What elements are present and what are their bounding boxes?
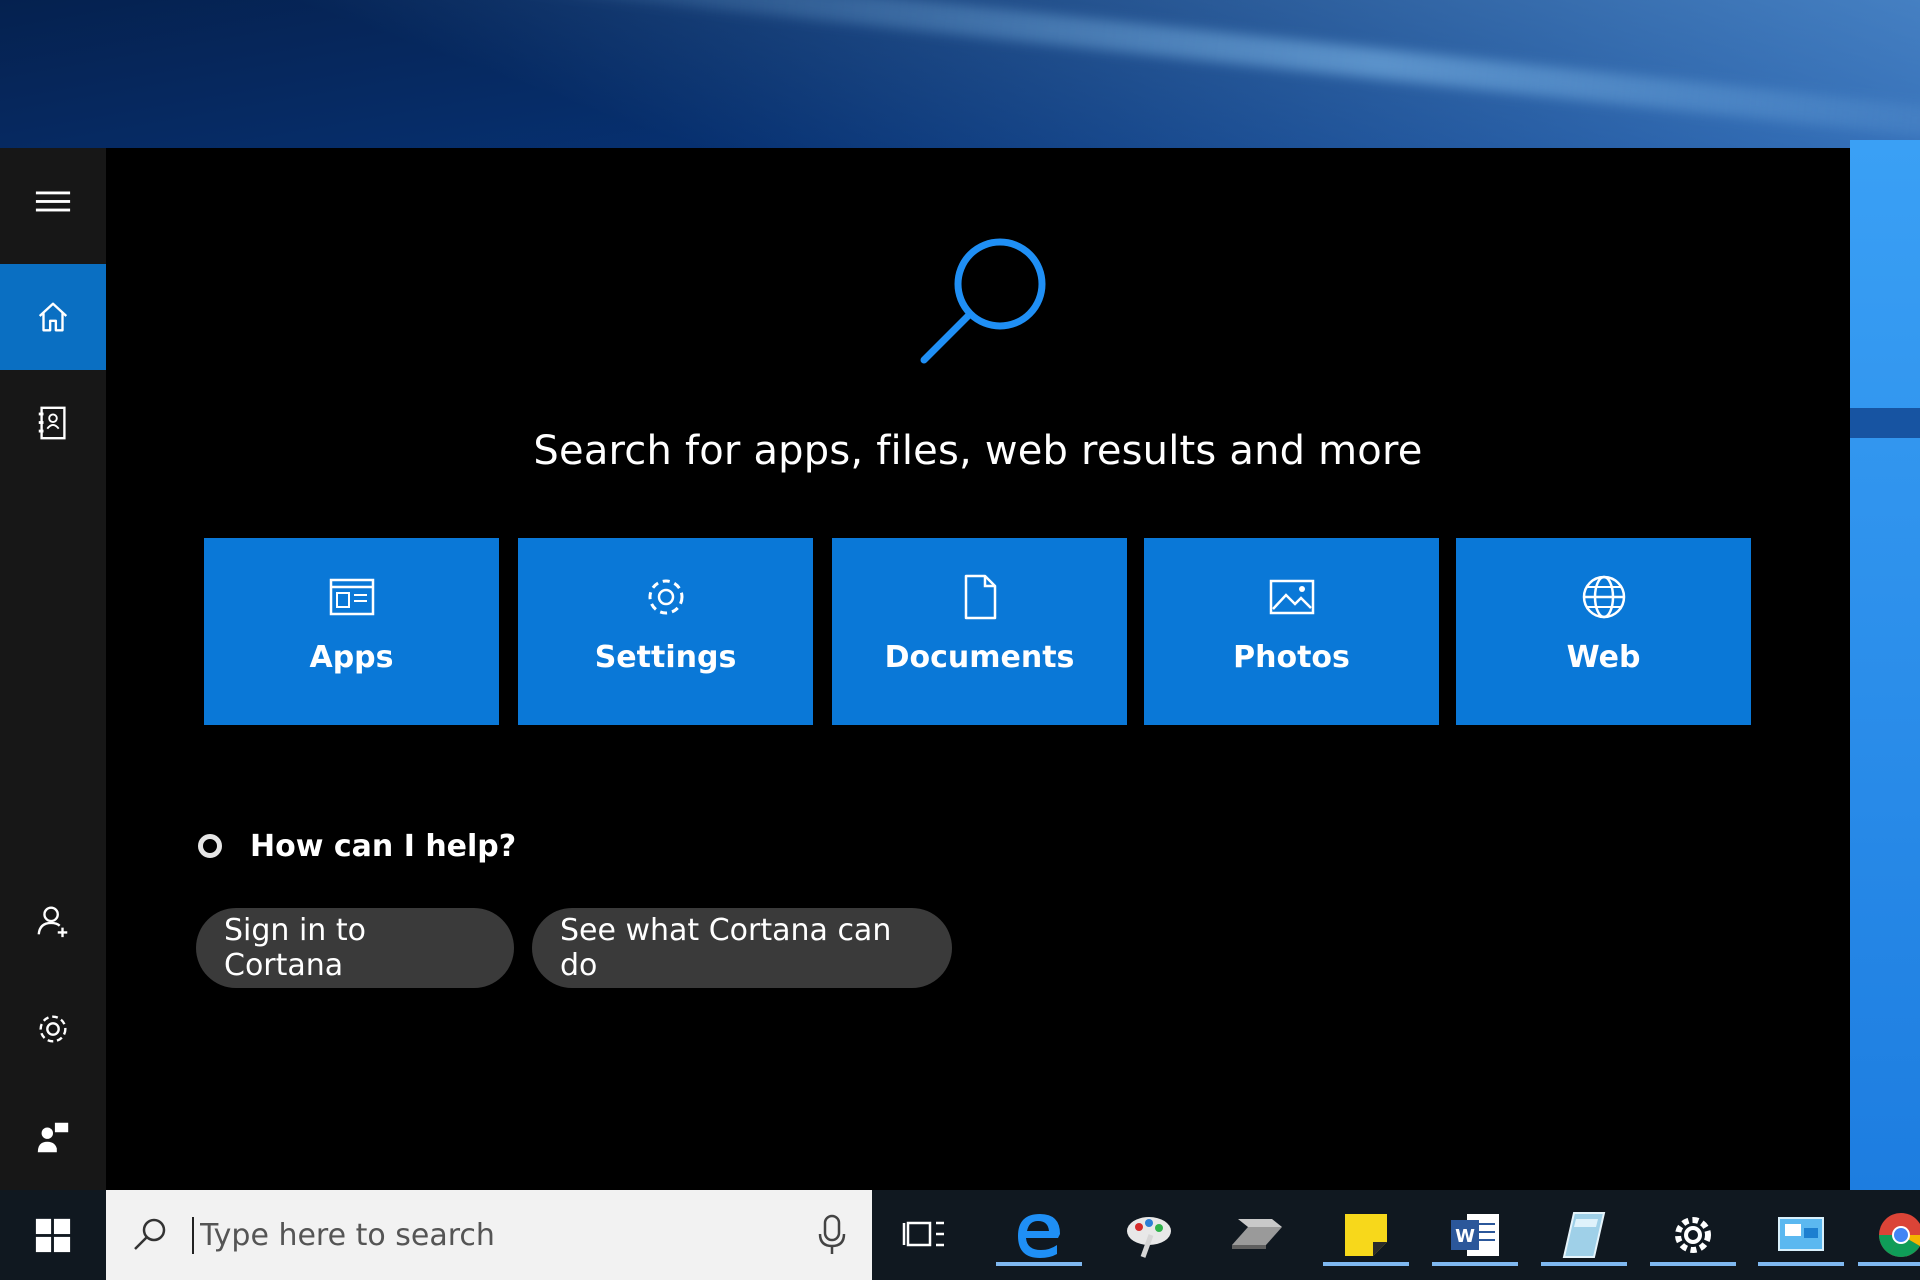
gear-icon — [648, 579, 683, 615]
taskbar-edge[interactable] — [996, 1204, 1082, 1266]
search-hint-text: Search for apps, files, web results and … — [533, 428, 1423, 474]
sticky-notes-icon — [1345, 1214, 1387, 1256]
running-indicator — [1650, 1262, 1736, 1266]
hamburger-menu-icon — [35, 191, 71, 212]
pill-label: See what Cortana can do — [560, 913, 892, 983]
pill-label: Sign in to Cortana — [224, 913, 366, 983]
search-icon — [134, 1218, 166, 1250]
hamburger-menu-button[interactable] — [0, 148, 106, 254]
notepad-glass-icon — [1562, 1212, 1606, 1258]
wallpaper-light-streak — [303, 0, 1920, 154]
running-indicator — [1323, 1262, 1409, 1266]
rail-home-button[interactable] — [0, 264, 106, 370]
svg-text:W: W — [1455, 1226, 1475, 1247]
home-icon — [38, 302, 68, 332]
taskbar-search-box[interactable] — [106, 1190, 872, 1280]
filter-tile-label: Settings — [594, 640, 737, 675]
taskbar-settings[interactable] — [1650, 1204, 1736, 1266]
notebook-icon — [38, 406, 66, 440]
paint-icon — [1127, 1217, 1171, 1258]
taskbar-word[interactable]: W — [1432, 1204, 1518, 1266]
taskbar-sticky-notes[interactable] — [1323, 1204, 1409, 1266]
chrome-icon — [1879, 1213, 1920, 1257]
document-icon — [964, 574, 996, 620]
filter-tile-settings[interactable]: Settings — [518, 538, 813, 725]
taskbar-notepad[interactable] — [1541, 1204, 1627, 1266]
task-view-button[interactable] — [893, 1204, 955, 1266]
filter-tile-documents[interactable]: Documents — [832, 538, 1127, 725]
running-indicator — [1858, 1262, 1920, 1266]
cortana-ring-icon — [198, 834, 222, 858]
filter-tile-label: Web — [1566, 640, 1641, 675]
magnifier-icon — [920, 238, 1046, 364]
taskbar: W — [0, 1190, 1920, 1280]
start-button[interactable] — [0, 1190, 106, 1280]
filter-tile-label: Documents — [884, 640, 1075, 675]
rail-settings-button[interactable] — [0, 976, 106, 1082]
taskbar-remote-desktop[interactable] — [1758, 1204, 1844, 1266]
cortana-search-panel: Search for apps, files, web results and … — [0, 148, 1850, 1190]
sign-in-cortana-button[interactable]: Sign in to Cortana — [196, 908, 514, 988]
running-indicator — [1432, 1262, 1518, 1266]
windows-logo-icon — [35, 1218, 71, 1253]
remote-desktop-icon — [1778, 1217, 1824, 1251]
search-input[interactable] — [192, 1216, 762, 1254]
search-home-main: Search for apps, files, web results and … — [106, 148, 1850, 1190]
microphone-icon[interactable] — [814, 1214, 850, 1256]
running-indicator — [996, 1262, 1082, 1266]
filter-tile-label: Photos — [1233, 640, 1350, 675]
filter-tile-web[interactable]: Web — [1456, 538, 1751, 725]
scanner-icon — [1232, 1219, 1282, 1249]
gear-icon — [39, 1015, 67, 1043]
running-indicator — [1758, 1262, 1844, 1266]
taskbar-chrome[interactable] — [1858, 1204, 1920, 1266]
rail-notebook-button[interactable] — [0, 370, 106, 476]
add-account-icon — [37, 906, 68, 938]
rail-add-account-button[interactable] — [0, 868, 106, 974]
word-icon: W — [1451, 1214, 1499, 1256]
left-rail — [0, 148, 106, 1190]
taskbar-paint[interactable] — [1118, 1204, 1180, 1266]
wallpaper-window-pane — [1850, 140, 1920, 1190]
apps-icon — [329, 578, 374, 616]
running-indicator — [1541, 1262, 1627, 1266]
taskbar-scanner[interactable] — [1226, 1204, 1288, 1266]
globe-icon — [1582, 575, 1625, 619]
filter-tile-label: Apps — [309, 640, 394, 675]
photo-icon — [1269, 579, 1314, 615]
cortana-help-row: How can I help? — [198, 826, 516, 866]
filter-tile-photos[interactable]: Photos — [1144, 538, 1439, 725]
settings-icon — [1675, 1217, 1711, 1253]
see-cortana-can-do-button[interactable]: See what Cortana can do — [532, 908, 952, 988]
edge-icon — [1018, 1214, 1060, 1258]
filter-tile-apps[interactable]: Apps — [204, 538, 499, 725]
wallpaper-pane-divider — [1850, 408, 1920, 438]
feedback-icon — [37, 1122, 69, 1153]
task-view-icon — [902, 1221, 944, 1247]
cortana-help-text: How can I help? — [250, 828, 517, 864]
rail-feedback-button[interactable] — [0, 1084, 106, 1190]
